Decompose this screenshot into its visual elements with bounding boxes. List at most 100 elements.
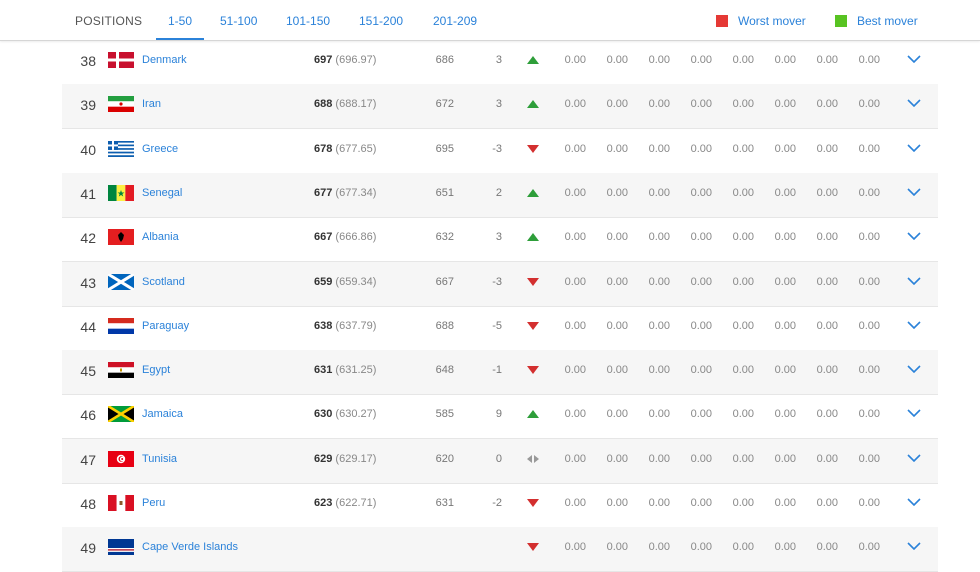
chevron-down-icon[interactable] xyxy=(904,404,924,420)
country-link[interactable]: Cape Verde Islands xyxy=(142,541,238,553)
chevron-down-icon[interactable] xyxy=(904,272,924,288)
table-row[interactable]: 41 Senegal 677 (677.34) 651 2 0.00 0.00 0.00 0.0… xyxy=(62,172,938,218)
chevron-down-icon[interactable] xyxy=(904,227,924,243)
average-value: 0.00 xyxy=(606,54,628,66)
table-row[interactable]: 47 Tunisia 629 (629.17) 620 0 0.00 0.00 0.00 0.0… xyxy=(62,438,938,484)
tab-201-209[interactable]: 201-209 xyxy=(433,14,477,28)
points-value: 631 xyxy=(314,364,333,377)
position-movement: 2 xyxy=(495,186,502,199)
tab-101-150[interactable]: 101-150 xyxy=(286,14,330,28)
tab-151-200[interactable]: 151-200 xyxy=(359,14,403,28)
previous-points: 667 xyxy=(435,275,454,288)
country-link[interactable]: Denmark xyxy=(142,54,187,66)
chevron-down-icon[interactable] xyxy=(904,94,924,110)
average-value: 0.00 xyxy=(732,186,754,199)
country-link[interactable]: Peru xyxy=(142,497,165,509)
points-exact: (688.17) xyxy=(335,98,377,111)
previous-points: 695 xyxy=(435,142,454,155)
table-row[interactable]: 49 Cape Verde Islands 0.00 0.00 0.00 0.00 0.0… xyxy=(62,527,938,572)
country-link[interactable]: Greece xyxy=(142,143,178,155)
average-value: 0.00 xyxy=(564,541,586,554)
total-points: 667 (666.86) xyxy=(314,231,376,243)
previous-points: 620 xyxy=(435,452,454,465)
table-row[interactable]: 38 Denmark 697 (696.97) 686 3 0.00 0.00 0.00 0.0… xyxy=(62,40,938,85)
position-movement: -5 xyxy=(492,319,502,332)
position-movement: -3 xyxy=(492,142,502,155)
position-movement: -1 xyxy=(492,364,502,377)
cape-verde-flag xyxy=(108,539,136,557)
positions-header: POSITIONS 1-50 51-100 101-150 151-200 20… xyxy=(0,0,980,41)
country-link[interactable]: Iran xyxy=(142,98,161,110)
points-value: 678 xyxy=(314,142,333,155)
table-row[interactable]: 40 Greece 678 (677.65) 695 -3 0.00 0.00 0.00 0.0… xyxy=(62,129,938,174)
chevron-down-icon[interactable] xyxy=(904,139,924,155)
greece-flag xyxy=(108,140,136,159)
previous-points: 688 xyxy=(435,319,454,332)
chevron-down-icon[interactable] xyxy=(904,183,924,199)
total-points: 677 (677.34) xyxy=(314,187,376,199)
chevron-down-icon[interactable] xyxy=(904,537,924,553)
average-value: 0.00 xyxy=(816,541,838,554)
total-points: 659 (659.34) xyxy=(314,276,376,288)
trend-down-icon xyxy=(526,277,540,289)
average-value: 0.00 xyxy=(564,275,586,288)
tab-1-50[interactable]: 1-50 xyxy=(155,14,205,40)
rank-number: 47 xyxy=(80,451,96,468)
peru-flag xyxy=(108,495,136,513)
trend-up-icon xyxy=(526,99,540,111)
average-value: 0.00 xyxy=(774,142,796,155)
points-value: 630 xyxy=(314,408,333,421)
average-value: 0.00 xyxy=(606,497,628,509)
table-row[interactable]: 46 Jamaica 630 (630.27) 585 9 0.00 0.00 0.00 0.0… xyxy=(62,394,938,440)
points-exact: (629.17) xyxy=(335,452,377,465)
table-row[interactable]: 44 Paraguay 638 (637.79) 688 -5 0.00 0.00 0.00 0… xyxy=(62,306,938,351)
country-link[interactable]: Paraguay xyxy=(142,320,189,332)
table-row[interactable]: 45 Egypt 631 (631.25) 648 -1 0.00 0.00 0.00 0.00… xyxy=(62,350,938,396)
average-value: 0.00 xyxy=(564,364,586,377)
rank-number: 41 xyxy=(80,185,96,202)
chevron-down-icon[interactable] xyxy=(904,50,924,66)
average-value: 0.00 xyxy=(774,275,796,288)
position-movement: -3 xyxy=(492,275,502,288)
average-value: 0.00 xyxy=(564,98,586,111)
rank-number: 49 xyxy=(80,540,96,557)
table-row[interactable]: 43 Scotland 659 (659.34) 667 -3 0.00 0.00 0.00 0… xyxy=(62,261,938,307)
country-link[interactable]: Tunisia xyxy=(142,453,177,465)
points-value: 697 xyxy=(314,54,333,66)
previous-points: 632 xyxy=(435,231,454,244)
country-link[interactable]: Senegal xyxy=(142,187,182,199)
average-value: 0.00 xyxy=(690,186,712,199)
trend-up-icon xyxy=(526,188,540,200)
rank-number: 42 xyxy=(80,230,96,247)
average-value: 0.00 xyxy=(732,54,754,66)
average-value: 0.00 xyxy=(858,98,880,111)
average-value: 0.00 xyxy=(606,408,628,421)
country-link[interactable]: Egypt xyxy=(142,364,170,376)
average-value: 0.00 xyxy=(564,497,586,509)
chevron-down-icon[interactable] xyxy=(904,449,924,465)
tab-51-100[interactable]: 51-100 xyxy=(220,14,257,28)
country-link[interactable]: Albania xyxy=(142,231,179,243)
average-value: 0.00 xyxy=(816,231,838,244)
chevron-down-icon[interactable] xyxy=(904,493,924,509)
average-value: 0.00 xyxy=(816,142,838,155)
average-value: 0.00 xyxy=(774,319,796,332)
table-row[interactable]: 39 Iran 688 (688.17) 672 3 0.00 0.00 0.00 0.00 0.… xyxy=(62,84,938,130)
average-value: 0.00 xyxy=(648,275,670,288)
points-value: 659 xyxy=(314,275,333,288)
chevron-down-icon[interactable] xyxy=(904,316,924,332)
country-link[interactable]: Jamaica xyxy=(142,408,183,420)
average-value: 0.00 xyxy=(606,186,628,199)
best-mover-legend: Best mover xyxy=(857,14,918,28)
previous-points: 585 xyxy=(435,408,454,421)
chevron-down-icon[interactable] xyxy=(904,360,924,376)
average-value: 0.00 xyxy=(564,319,586,332)
table-row[interactable]: 42 Albania 667 (666.86) 632 3 0.00 0.00 0.00 0.0… xyxy=(62,217,938,263)
points-value: 638 xyxy=(314,319,333,332)
position-movement: 3 xyxy=(495,98,502,111)
country-link[interactable]: Scotland xyxy=(142,276,185,288)
average-value: 0.00 xyxy=(690,452,712,465)
rank-number: 43 xyxy=(80,274,96,291)
average-value: 0.00 xyxy=(732,319,754,332)
table-row[interactable]: 48 Peru 623 (622.71) 631 -2 0.00 0.00 0.00 0.00 0… xyxy=(62,483,938,528)
